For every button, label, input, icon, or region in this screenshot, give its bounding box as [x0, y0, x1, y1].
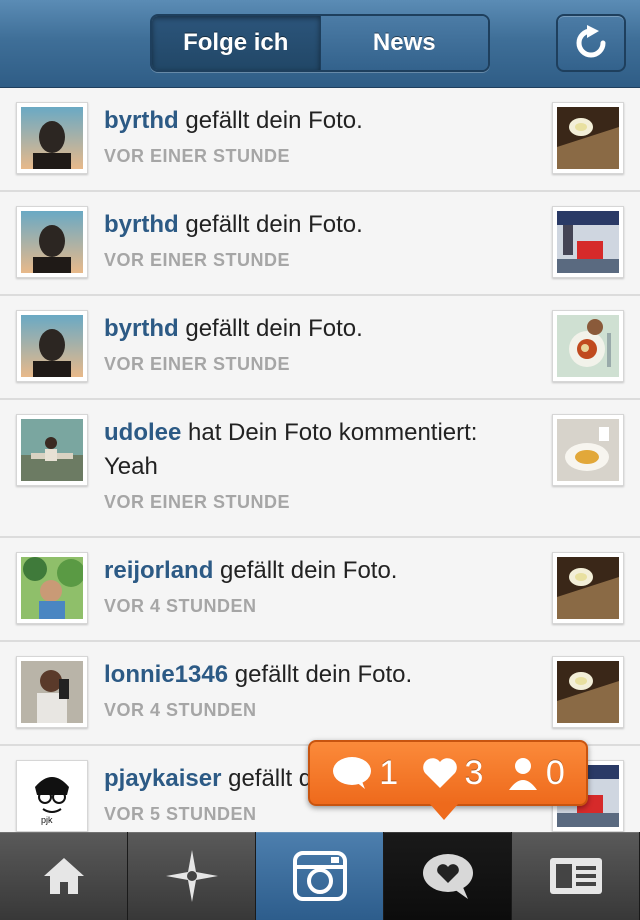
comment-icon — [333, 757, 372, 789]
refresh-button[interactable] — [556, 14, 626, 72]
tab-following[interactable]: Folge ich — [152, 16, 320, 70]
list-item[interactable]: udolee hat Dein Foto kommentiert: Yeah V… — [0, 400, 640, 538]
avatar[interactable] — [16, 656, 88, 728]
list-item[interactable]: byrthd gefällt dein Foto. VOR EINER STUN… — [0, 296, 640, 400]
badge-pointer — [430, 804, 458, 820]
explore-icon — [165, 850, 218, 902]
tab-explore[interactable] — [128, 832, 256, 920]
comments-count: 1 — [331, 754, 398, 793]
person-icon — [508, 758, 537, 790]
username-link[interactable]: byrthd — [104, 107, 179, 134]
username-link[interactable]: byrthd — [104, 315, 179, 342]
followers-count: 0 — [506, 754, 565, 793]
notification-action: gefällt dein Foto. — [220, 557, 398, 584]
timestamp: VOR EINER STUNDE — [104, 492, 291, 512]
avatar[interactable]: pjk — [16, 760, 88, 832]
photo-thumbnail[interactable] — [552, 552, 624, 624]
timestamp: VOR 5 STUNDEN — [104, 804, 257, 824]
tab-camera[interactable] — [256, 832, 384, 920]
photo-thumbnail[interactable] — [552, 310, 624, 382]
avatar[interactable] — [16, 552, 88, 624]
avatar[interactable] — [16, 414, 88, 486]
avatar[interactable] — [16, 310, 88, 382]
notification-action: gefällt dein Foto. — [234, 661, 413, 688]
timestamp: VOR EINER STUNDE — [104, 250, 291, 270]
tab-news[interactable]: News — [319, 16, 488, 70]
tab-home[interactable] — [0, 832, 128, 920]
list-item[interactable]: reijorland gefällt dein Foto. VOR 4 STUN… — [0, 538, 640, 642]
username-link[interactable]: reijorland — [104, 557, 213, 584]
activity-badge[interactable]: 1 3 0 — [308, 740, 588, 806]
photo-thumbnail[interactable] — [552, 656, 624, 728]
list-item[interactable]: byrthd gefällt dein Foto. VOR EINER STUN… — [0, 192, 640, 296]
svg-text:pjk: pjk — [41, 815, 53, 825]
timestamp: VOR EINER STUNDE — [104, 146, 291, 166]
refresh-icon — [576, 25, 606, 58]
news-list: byrthd gefällt dein Foto. VOR EINER STUN… — [0, 88, 640, 832]
news-icon — [422, 854, 473, 899]
avatar[interactable] — [16, 206, 88, 278]
timestamp: VOR 4 STUNDEN — [104, 700, 257, 720]
feed-segmented-control: Folge ich News — [150, 14, 490, 72]
camera-icon — [292, 851, 347, 901]
home-icon — [43, 858, 84, 894]
username-link[interactable]: byrthd — [104, 211, 179, 238]
avatar[interactable] — [16, 102, 88, 174]
list-item[interactable]: byrthd gefällt dein Foto. VOR EINER STUN… — [0, 88, 640, 192]
notification-action: gefällt dein Foto. — [185, 315, 363, 342]
username-link[interactable]: udolee — [104, 419, 181, 446]
notification-action: gefällt dein Foto. — [185, 211, 363, 238]
username-link[interactable]: pjaykaiser — [104, 765, 221, 792]
list-item[interactable]: lonnie1346 gefällt dein Foto. VOR 4 STUN… — [0, 642, 640, 746]
tab-profile[interactable] — [512, 832, 640, 920]
likes-count: 3 — [421, 754, 483, 793]
profile-icon — [549, 858, 602, 894]
heart-icon — [422, 758, 457, 788]
timestamp: VOR 4 STUNDEN — [104, 596, 257, 616]
photo-thumbnail[interactable] — [552, 206, 624, 278]
photo-thumbnail[interactable] — [552, 102, 624, 174]
photo-thumbnail[interactable] — [552, 414, 624, 486]
bottom-tab-bar — [0, 832, 640, 920]
timestamp: VOR EINER STUNDE — [104, 354, 291, 374]
tab-news-activity[interactable] — [384, 832, 512, 920]
notification-action: gefällt dein Foto. — [185, 107, 363, 134]
top-nav-bar: Folge ich News — [0, 0, 640, 88]
username-link[interactable]: lonnie1346 — [104, 661, 228, 688]
